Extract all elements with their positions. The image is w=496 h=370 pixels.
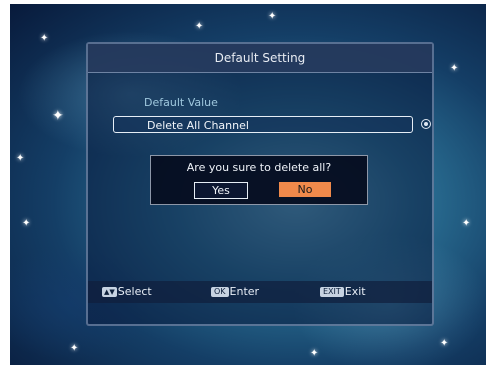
star-icon: ✦ — [195, 21, 204, 32]
star-icon: ✦ — [462, 218, 471, 229]
tv-screen: ✦ ✦ ✦ ✦ ✦ ✦ ✦ ✦ ✦ ✦ ✦ Default Setting De… — [10, 4, 486, 365]
star-icon: ✦ — [70, 343, 79, 354]
up-down-arrows-icon: ▲▼ — [102, 287, 117, 297]
confirm-message: Are you sure to delete all? — [186, 161, 332, 174]
star-icon: ✦ — [22, 218, 31, 229]
star-icon: ✦ — [268, 11, 277, 22]
exit-hint: EXIT Exit — [320, 285, 366, 299]
ok-key-icon: OK — [211, 287, 229, 297]
delete-all-channel-item[interactable]: Delete All Channel — [113, 116, 413, 133]
confirm-popup: Are you sure to delete all? Yes No — [150, 155, 368, 205]
enter-hint: OK Enter — [211, 285, 259, 299]
dialog-title: Default Setting — [88, 44, 432, 73]
exit-key-icon: EXIT — [320, 287, 344, 297]
star-icon: ✦ — [40, 33, 49, 44]
star-icon: ✦ — [440, 338, 449, 349]
radio-selected-icon[interactable] — [421, 119, 431, 129]
no-button[interactable]: No — [279, 182, 331, 197]
enter-hint-label: Enter — [229, 285, 260, 298]
yes-button[interactable]: Yes — [194, 182, 248, 199]
default-setting-dialog: Default Setting Default Value Delete All… — [86, 42, 434, 326]
star-icon: ✦ — [16, 153, 25, 164]
section-label: Default Value — [144, 96, 218, 109]
select-hint: ▲▼ Select — [102, 285, 152, 299]
star-icon: ✦ — [310, 348, 319, 359]
select-hint-label: Select — [117, 285, 152, 298]
exit-hint-label: Exit — [344, 285, 366, 298]
star-icon: ✦ — [450, 63, 459, 74]
key-hint-bar: ▲▼ Select OK Enter EXIT Exit — [88, 281, 432, 303]
star-icon: ✦ — [52, 108, 64, 124]
